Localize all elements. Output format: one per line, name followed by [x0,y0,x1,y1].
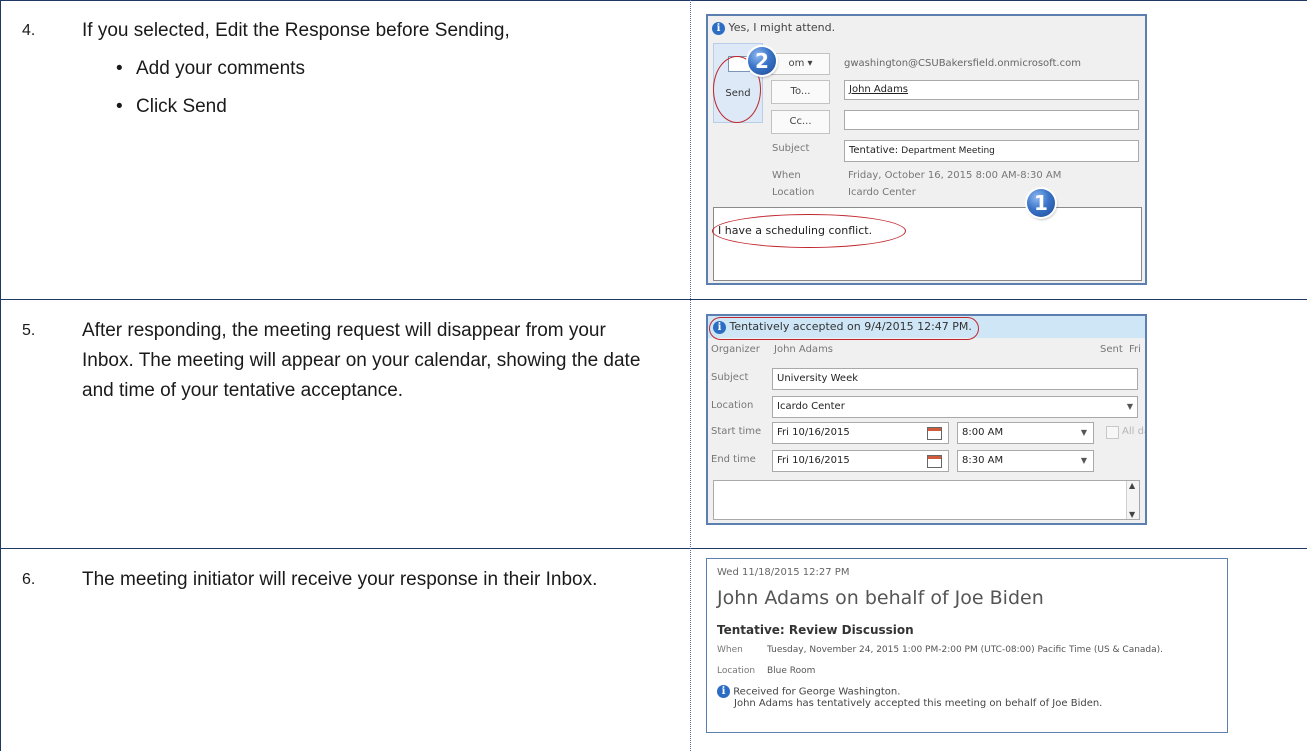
table-top-border [0,0,1307,1]
step-4-bullet-2: Click Send [110,92,582,122]
calendar-icon[interactable] [927,455,942,468]
row-divider-1 [0,299,1307,300]
organizer-response-screenshot: Wed 11/18/2015 12:27 PM John Adams on be… [706,558,1228,733]
subject-field[interactable]: University Week [772,368,1138,390]
column-divider [690,0,691,751]
end-time-label: End time [711,454,756,465]
info-icon: i [712,21,725,35]
sent-value: Fri [1129,344,1141,355]
location-value: Icardo Center [848,187,916,198]
start-time-field[interactable]: 8:00 AM ▼ [957,422,1094,444]
scrollbar[interactable]: ▲ ▼ [1126,481,1139,519]
received-date: Wed 11/18/2015 12:27 PM [717,567,850,578]
comment-annotation-circle [712,214,906,248]
subject-label: Subject [772,143,810,154]
location-value: Blue Room [767,666,816,676]
step-6-number: 6. [22,571,36,588]
dropdown-arrow-icon[interactable]: ▼ [1081,456,1087,465]
location-label: Location [772,187,815,198]
location-label: Location [717,666,756,676]
response-subject: Tentative: Review Discussion [717,623,914,637]
info-line-2: John Adams has tentatively accepted this… [734,698,1103,709]
calendar-icon[interactable] [927,427,942,440]
location-field[interactable]: Icardo Center ▼ [772,396,1138,418]
callout-badge-1: 1 [1027,189,1055,217]
dropdown-arrow-icon: ▾ [807,58,813,69]
edit-response-screenshot: i Yes, I might attend. Send om ▾ gwashin… [706,14,1147,285]
when-label: When [717,645,743,655]
table-left-border [0,0,1,751]
when-value: Friday, October 16, 2015 8:00 AM-8:30 AM [848,170,1062,181]
info-icon: i [717,685,730,698]
dropdown-arrow-icon[interactable]: ▼ [1127,402,1133,411]
notes-field[interactable]: ▲ ▼ [713,480,1140,520]
sent-label: Sent [1100,344,1123,355]
organizer-label: Organizer [711,344,760,355]
subject-prefix: Tentative: [849,145,899,156]
subject-value: Department Meeting [901,146,995,156]
when-value: Tuesday, November 24, 2015 1:00 PM-2:00 … [767,645,1164,655]
calendar-item-screenshot: i Tentatively accepted on 9/4/2015 12:47… [706,314,1147,525]
subject-field[interactable]: Tentative: Department Meeting [844,140,1139,162]
cc-button[interactable]: Cc... [771,110,830,134]
info-notice: i Received for George Washington. John A… [717,685,1102,709]
from-button[interactable]: om ▾ [771,53,830,75]
end-time-field[interactable]: 8:30 AM ▼ [957,450,1094,472]
end-date-field[interactable]: Fri 10/16/2015 [772,450,949,472]
step-4-bullet-1: Add your comments [110,54,582,84]
info-line-1: Received for George Washington. [733,686,901,698]
step-6-text: The meeting initiator will receive your … [82,569,598,590]
organizer-value: John Adams [774,344,834,355]
banner-annotation-circle [709,317,979,340]
step-4-number: 4. [22,22,36,39]
start-date-field[interactable]: Fri 10/16/2015 [772,422,949,444]
callout-badge-2: 2 [748,47,776,75]
step-5-text: After responding, the meeting request wi… [82,320,641,401]
to-recipient[interactable]: John Adams [849,84,908,95]
to-field[interactable]: John Adams [844,80,1139,100]
all-day-checkbox[interactable] [1106,426,1119,439]
step-4-text: If you selected, Edit the Response befor… [82,20,510,41]
cc-field[interactable] [844,110,1139,130]
from-value: gwashington@CSUBakersfield.onmicrosoft.c… [844,58,1081,69]
step-5-number: 5. [22,322,36,339]
when-label: When [772,170,801,181]
subject-label: Subject [711,372,749,383]
scroll-arrow-icon[interactable]: ▲ [1129,481,1135,490]
dropdown-arrow-icon[interactable]: ▼ [1081,428,1087,437]
all-day-label: All day e [1122,426,1145,437]
sender-line: John Adams on behalf of Joe Biden [717,587,1044,609]
location-label: Location [711,400,754,411]
start-time-label: Start time [711,426,762,437]
scroll-arrow-icon[interactable]: ▼ [1129,510,1135,519]
shot1-banner: i Yes, I might attend. [712,21,835,35]
row-divider-2 [0,548,1307,549]
to-button[interactable]: To... [771,80,830,104]
